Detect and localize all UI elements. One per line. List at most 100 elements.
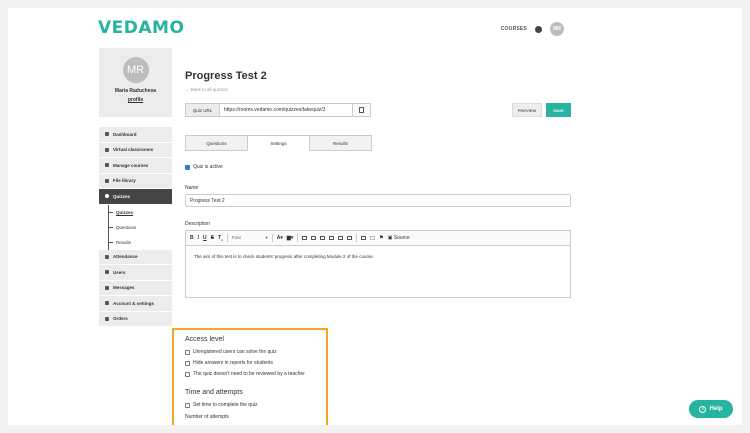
sidebar-item-label: Dashboard [113,131,137,137]
sidebar-item-users[interactable]: Users [99,265,172,281]
editor-body[interactable]: The aim of this test is to check student… [186,246,570,297]
source-label: Source [393,235,410,241]
submenu-label: Quizzes [116,209,134,215]
bullet-list-icon[interactable] [311,236,317,240]
numbered-list-icon[interactable] [302,236,308,240]
submenu-label: Questions [116,224,137,230]
access-option-hide-answers[interactable]: Hide answers in reports for students [185,360,273,366]
vedamo-logo[interactable]: VEDAMO [98,18,184,38]
users-icon [105,270,109,275]
align-right-icon[interactable] [338,236,344,240]
checkbox[interactable] [185,349,190,355]
option-label: The quiz doesn't need to be reviewed by … [193,371,305,377]
underline-button[interactable]: U [203,235,207,241]
sidebar-item-attendance[interactable]: Attendance [99,250,172,265]
user-avatar[interactable]: MR [550,22,564,36]
sidebar-item-orders[interactable]: Orders [99,312,172,327]
tab-questions[interactable]: Questions [185,135,248,151]
quiz-active-checkbox[interactable] [185,164,190,170]
sidebar-item-label: Messages [113,285,135,291]
align-center-icon[interactable] [329,236,335,240]
time-option-set-time[interactable]: Set time to complete the quiz [185,402,257,408]
quiz-active-label: Quiz is active [193,164,223,170]
help-button[interactable]: ? Help [689,400,733,418]
bg-color-button[interactable]: ▆▾ [287,235,293,241]
back-link[interactable]: ← Back to all quizzes [185,87,571,92]
question-circle-icon: ? [699,405,707,413]
sidebar-item-manage-courses[interactable]: Manage courses [99,158,172,174]
sidebar-item-label: Account & settings [113,300,155,306]
checkbox[interactable] [185,360,190,366]
submenu-item-questions[interactable]: Questions [99,219,172,235]
editor-toolbar: B I U S Tx Font ▾ A▾ ▆▾ ⚑ ▣ Source [186,231,570,246]
quiz-url-row: Quiz URL https://rooms.vedamo.com/quizze… [185,103,571,117]
submenu-item-results[interactable]: Results [99,234,172,250]
access-option-unregistered[interactable]: Unregistered users can solve the quiz [185,349,277,355]
quiz-url-input[interactable]: https://rooms.vedamo.com/quizzes/takequi… [220,103,353,117]
cloud-icon [105,178,109,183]
sidebar-item-virtual-classrooms[interactable]: Virtual classrooms [99,143,172,158]
save-button[interactable]: SAVE [546,103,571,117]
unlink-icon[interactable] [370,236,376,240]
clear-format-button[interactable]: Tx [218,235,223,242]
profile-link[interactable]: profile [99,97,172,103]
strikethrough-button[interactable]: S [211,235,214,241]
align-left-icon[interactable] [320,236,326,240]
access-level-heading: Access level [185,336,224,343]
sidebar-item-quizzes[interactable]: Quizzes [99,189,172,205]
sidebar-item-dashboard[interactable]: Dashboard [99,127,172,143]
copy-url-button[interactable] [353,103,371,117]
font-select[interactable]: Font ▾ [232,235,268,241]
checkbox[interactable] [185,402,190,408]
chevron-down-icon: ▾ [265,235,268,240]
attendance-icon [105,254,109,259]
text-color-button[interactable]: A▾ [277,235,283,241]
submenu-label: Results [116,239,132,245]
sidebar-item-label: File library [113,178,136,184]
question-icon [105,194,109,199]
sidebar-item-account-settings[interactable]: Account & settings [99,296,172,312]
option-label: Hide answers in reports for students [193,360,274,366]
checkbox[interactable] [185,371,190,377]
profile-avatar: MR [122,57,149,83]
italic-button[interactable]: I [198,235,199,241]
option-label: Set time to complete the quiz [193,402,258,408]
access-option-no-review[interactable]: The quiz doesn't need to be reviewed by … [185,371,305,377]
envelope-icon [105,285,109,290]
link-icon[interactable] [361,236,367,240]
source-button[interactable]: ▣ Source [388,235,410,241]
copy-icon [359,107,364,113]
page: VEDAMO COURSES MR MR Maria Raducheva pro… [8,8,742,425]
flag-icon[interactable]: ⚑ [379,235,383,241]
sidebar-item-label: Attendance [113,254,138,260]
attempts-label: Number of attempts [185,414,229,420]
bold-button[interactable]: B [190,235,194,241]
sidebar-item-label: Quizzes [113,193,131,199]
page-title: Progress Test 2 [185,70,267,82]
name-input[interactable]: Progress Test 2 [185,194,571,207]
time-attempts-heading: Time and attempts [185,389,243,396]
sidebar-item-label: Users [113,269,126,275]
preview-button[interactable]: PREVIEW [512,103,542,117]
tab-settings[interactable]: Settings [247,135,310,151]
courses-link[interactable]: COURSES [501,26,527,32]
quizzes-submenu: Quizzes Questions Results [99,204,172,250]
tab-results[interactable]: Results [309,135,372,151]
globe-icon[interactable] [535,25,542,33]
font-select-label: Font [231,235,241,240]
align-justify-icon[interactable] [347,236,353,240]
option-label: Unregistered users can solve the quiz [193,349,277,355]
sidebar-menu: Dashboard Virtual classrooms Manage cour… [99,127,172,327]
top-nav: COURSES MR [501,22,564,36]
sidebar-item-label: Orders [113,316,128,322]
description-editor: B I U S Tx Font ▾ A▾ ▆▾ ⚑ ▣ Source The a… [185,230,571,298]
sidebar-item-label: Manage courses [113,162,149,168]
dashboard-icon [105,132,109,137]
profile-name: Maria Raducheva [114,88,157,94]
sidebar-item-file-library[interactable]: File library [99,174,172,189]
sidebar-item-messages[interactable]: Messages [99,281,172,296]
quiz-tabs: Questions Settings Results [185,135,571,151]
courses-icon [105,163,109,168]
submenu-item-quizzes[interactable]: Quizzes [99,204,172,220]
sidebar: MR Maria Raducheva profile Dashboard Vir… [99,48,172,327]
